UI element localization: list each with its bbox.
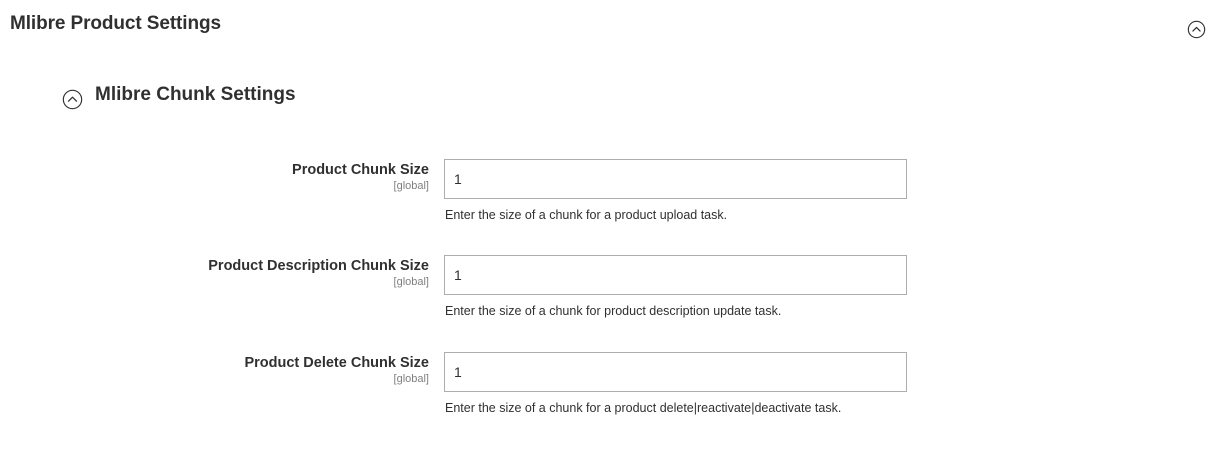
product-description-chunk-size-input[interactable] [444,255,907,295]
field-label: Product Description Chunk Size [global] [208,257,429,289]
scope-label: [global] [393,180,429,192]
field-label-text: Product Chunk Size [292,162,429,178]
group-title: Mlibre Chunk Settings [95,84,296,105]
field-note: Enter the size of a chunk for a product … [445,401,842,415]
product-chunk-size-input[interactable] [444,159,907,199]
chevron-up-circle-icon [62,89,83,110]
field-note: Enter the size of a chunk for product de… [445,304,782,318]
scope-label: [global] [393,373,429,385]
section-header-mlibre-product-settings[interactable]: Mlibre Product Settings [0,0,1224,52]
field-note: Enter the size of a chunk for a product … [445,208,728,222]
field-label: Product Delete Chunk Size [global] [244,354,429,386]
field-label-text: Product Description Chunk Size [208,258,429,274]
scope-label: [global] [393,276,429,288]
product-delete-chunk-size-input[interactable] [444,352,907,392]
field-label: Product Chunk Size [global] [292,161,429,193]
field-label-text: Product Delete Chunk Size [244,355,429,371]
chevron-up-circle-icon[interactable] [1187,20,1206,39]
section-title: Mlibre Product Settings [10,13,221,34]
